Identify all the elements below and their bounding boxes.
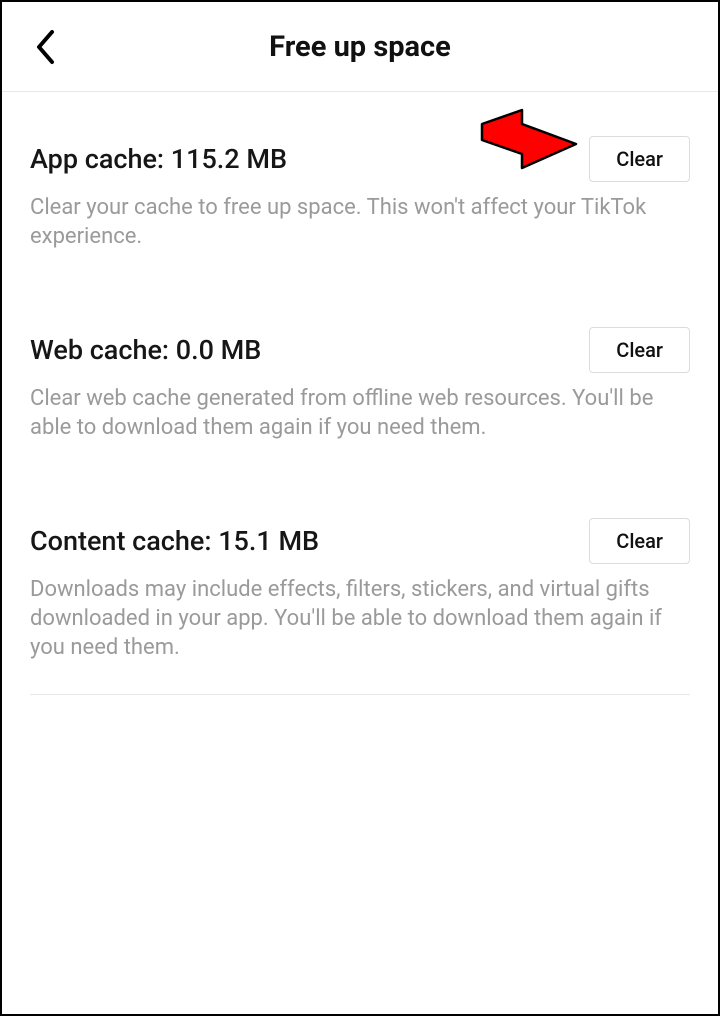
content-cache-row: Content cache: 15.1 MB Clear bbox=[30, 518, 690, 564]
app-cache-description: Clear your cache to free up space. This … bbox=[30, 194, 690, 251]
clear-web-cache-button[interactable]: Clear bbox=[589, 327, 690, 373]
web-cache-description: Clear web cache generated from offline w… bbox=[30, 385, 690, 442]
content-cache-description: Downloads may include effects, filters, … bbox=[30, 576, 690, 662]
page-title: Free up space bbox=[2, 30, 718, 64]
app-cache-title: App cache: 115.2 MB bbox=[30, 143, 287, 175]
clear-app-cache-button[interactable]: Clear bbox=[589, 136, 690, 182]
web-cache-title: Web cache: 0.0 MB bbox=[30, 334, 261, 366]
header: Free up space bbox=[2, 2, 718, 92]
back-button[interactable] bbox=[30, 27, 60, 67]
content-cache-section: Content cache: 15.1 MB Clear Downloads m… bbox=[30, 474, 690, 695]
content-area: App cache: 115.2 MB Clear Clear your cac… bbox=[2, 92, 718, 695]
web-cache-section: Web cache: 0.0 MB Clear Clear web cache … bbox=[30, 283, 690, 474]
app-cache-section: App cache: 115.2 MB Clear Clear your cac… bbox=[30, 92, 690, 283]
web-cache-row: Web cache: 0.0 MB Clear bbox=[30, 327, 690, 373]
clear-content-cache-button[interactable]: Clear bbox=[589, 518, 690, 564]
chevron-left-icon bbox=[35, 29, 55, 65]
content-cache-title: Content cache: 15.1 MB bbox=[30, 525, 319, 557]
app-cache-row: App cache: 115.2 MB Clear bbox=[30, 136, 690, 182]
